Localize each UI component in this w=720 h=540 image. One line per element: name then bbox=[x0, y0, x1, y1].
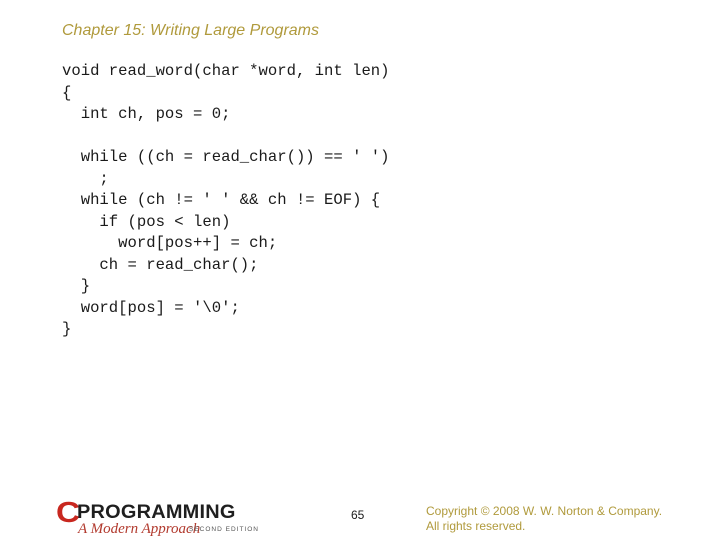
code-line: int ch, pos = 0; bbox=[62, 105, 231, 123]
rights-line: All rights reserved. bbox=[426, 519, 526, 533]
page-number: 65 bbox=[351, 508, 365, 522]
logo-edition: SECOND EDITION bbox=[189, 526, 259, 533]
code-line: ch = read_char(); bbox=[62, 255, 259, 274]
copyright-line: Copyright © 2008 W. W. Norton & Company. bbox=[426, 504, 663, 518]
slide-title: Chapter 15: Writing Large Programs bbox=[62, 22, 319, 39]
logo-title: PROGRAMMING bbox=[77, 502, 236, 523]
code-line: ; bbox=[62, 169, 109, 188]
code-line: while ((ch = read_char()) == ' ') bbox=[62, 148, 390, 166]
code-line: if (pos < len) bbox=[62, 212, 231, 231]
code-line: { bbox=[62, 83, 72, 102]
logo-subtitle: A Modern Approach bbox=[78, 521, 201, 537]
code-block: void read_word(char *word, int len) { int… bbox=[62, 61, 390, 341]
code-line: word[pos] = '\0'; bbox=[62, 298, 240, 317]
code-line: } bbox=[62, 277, 91, 295]
book-logo: C PROGRAMMING A Modern Approach SECOND E… bbox=[56, 499, 268, 538]
code-line: while (ch != ' ' && ch != EOF) { bbox=[62, 191, 381, 209]
code-line: } bbox=[62, 320, 72, 338]
copyright-notice: Copyright © 2008 W. W. Norton & Company.… bbox=[426, 504, 662, 534]
code-line: word[pos++] = ch; bbox=[62, 234, 278, 252]
code-line: void read_word(char *word, int len) bbox=[62, 62, 390, 80]
